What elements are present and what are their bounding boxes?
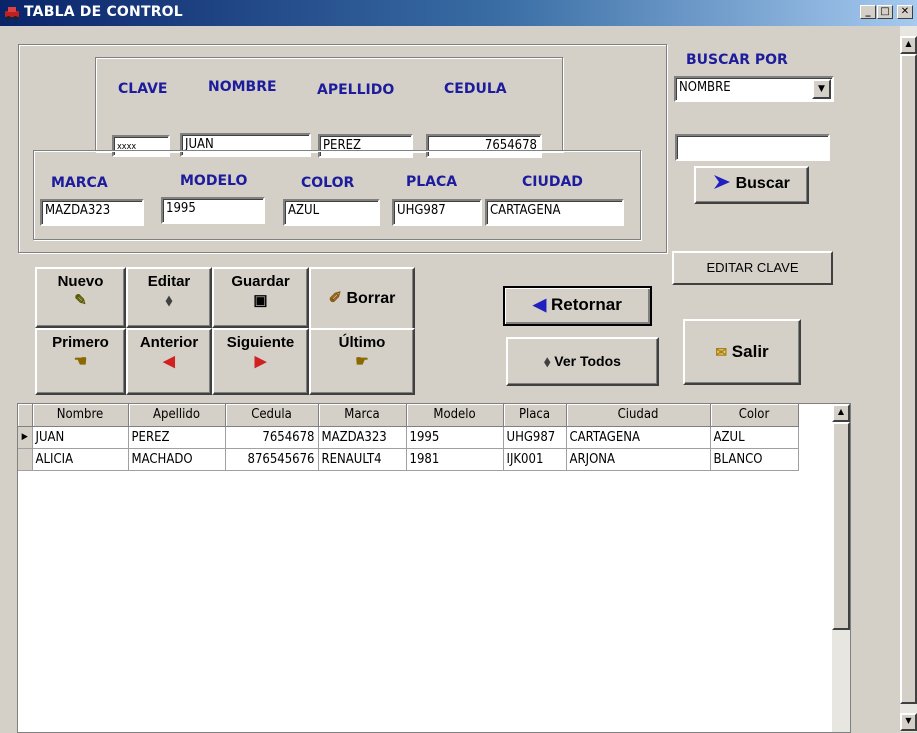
- hand-left-icon: ☚: [73, 353, 88, 370]
- cell-marca[interactable]: RENAULT4: [318, 448, 407, 471]
- window-scroll-thumb[interactable]: [900, 54, 917, 704]
- ver-todos-button[interactable]: ⬧ Ver Todos: [506, 337, 659, 386]
- column-header-apellido[interactable]: Apellido: [128, 404, 226, 427]
- ultimo-button[interactable]: Último ☛: [309, 328, 415, 395]
- edit-icon: ⬧: [544, 353, 551, 369]
- clave-label: CLAVE: [118, 81, 168, 97]
- vehicle-group-frame: [33, 150, 641, 240]
- ultimo-label: Último: [338, 334, 386, 351]
- save-icon: ▣: [253, 292, 268, 309]
- primero-button[interactable]: Primero ☚: [35, 328, 126, 395]
- cell-nombre[interactable]: JUAN: [32, 426, 129, 449]
- table-row[interactable]: ▶ JUAN PEREZ 7654678 MAZDA323 1995 UHG98…: [18, 426, 799, 449]
- cell-placa[interactable]: IJK001: [503, 448, 567, 471]
- cell-ciudad[interactable]: CARTAGENA: [566, 426, 711, 449]
- nuevo-label: Nuevo: [57, 273, 104, 290]
- data-grid[interactable]: Nombre Apellido Cedula Marca Modelo Plac…: [17, 403, 851, 733]
- siguiente-button[interactable]: Siguiente ▶: [212, 328, 309, 395]
- marca-field[interactable]: MAZDA323: [40, 199, 144, 226]
- buscar-por-label: BUSCAR POR: [686, 52, 788, 68]
- scroll-down-icon[interactable]: ▼: [900, 713, 917, 731]
- indicator-header: [18, 404, 33, 427]
- maximize-button[interactable]: □: [877, 5, 893, 19]
- nuevo-button[interactable]: Nuevo ✎: [35, 267, 126, 328]
- editar-clave-button[interactable]: EDITAR CLAVE: [672, 251, 833, 285]
- current-row-indicator: ▶: [18, 426, 33, 449]
- ciudad-field[interactable]: CARTAGENA: [485, 199, 624, 226]
- column-header-cedula[interactable]: Cedula: [225, 404, 319, 427]
- cell-cedula[interactable]: 876545676: [225, 448, 319, 471]
- column-header-color[interactable]: Color: [710, 404, 799, 427]
- cell-placa[interactable]: UHG987: [503, 426, 567, 449]
- ver-todos-label: Ver Todos: [554, 353, 621, 369]
- minimize-button[interactable]: _: [860, 5, 876, 19]
- guardar-label: Guardar: [231, 273, 290, 290]
- table-row[interactable]: ALICIA MACHADO 876545676 RENAULT4 1981 I…: [18, 448, 799, 471]
- cedula-label: CEDULA: [444, 81, 507, 97]
- column-header-placa[interactable]: Placa: [503, 404, 567, 427]
- cell-modelo[interactable]: 1981: [406, 448, 504, 471]
- borrar-label: Borrar: [346, 290, 396, 307]
- cell-modelo[interactable]: 1995: [406, 426, 504, 449]
- cell-nombre[interactable]: ALICIA: [32, 448, 129, 471]
- cell-apellido[interactable]: PEREZ: [128, 426, 226, 449]
- scroll-up-icon[interactable]: ▲: [900, 36, 917, 54]
- chevron-down-icon[interactable]: ▼: [812, 79, 831, 99]
- edit-icon: ⬧: [165, 292, 173, 309]
- retornar-button[interactable]: ◀ Retornar: [503, 286, 652, 326]
- buscar-button[interactable]: Buscar: [694, 166, 809, 204]
- primero-label: Primero: [52, 334, 109, 351]
- buscar-por-select[interactable]: NOMBRE: [674, 76, 834, 102]
- editar-button[interactable]: Editar ⬧: [126, 267, 212, 328]
- arrow-left-icon: ◀: [533, 295, 547, 314]
- placa-label: PLACA: [406, 174, 458, 190]
- new-document-icon: ✎: [74, 292, 87, 309]
- salir-label: Salir: [731, 342, 769, 361]
- cell-color[interactable]: AZUL: [710, 426, 799, 449]
- column-header-ciudad[interactable]: Ciudad: [566, 404, 711, 427]
- apellido-label: APELLIDO: [317, 82, 395, 98]
- scroll-up-icon[interactable]: ▲: [832, 404, 850, 422]
- search-input[interactable]: [675, 134, 830, 161]
- nombre-label: NOMBRE: [208, 79, 277, 95]
- cell-apellido[interactable]: MACHADO: [128, 448, 226, 471]
- ciudad-label: CIUDAD: [522, 174, 583, 190]
- placa-field[interactable]: UHG987: [392, 199, 482, 226]
- color-label: COLOR: [301, 175, 355, 191]
- column-header-nombre[interactable]: Nombre: [32, 404, 129, 427]
- anterior-label: Anterior: [139, 334, 199, 351]
- guardar-button[interactable]: Guardar ▣: [212, 267, 309, 328]
- hand-right-icon: ☛: [355, 353, 369, 370]
- column-header-marca[interactable]: Marca: [318, 404, 407, 427]
- siguiente-label: Siguiente: [226, 334, 295, 351]
- borrar-button[interactable]: ✐ Borrar: [309, 267, 415, 335]
- cell-cedula[interactable]: 7654678: [225, 426, 319, 449]
- buscar-label: Buscar: [735, 175, 790, 192]
- row-indicator: [18, 448, 33, 471]
- anterior-button[interactable]: Anterior ◀: [126, 328, 212, 395]
- color-field[interactable]: AZUL: [283, 199, 380, 226]
- header-row: Nombre Apellido Cedula Marca Modelo Plac…: [18, 404, 799, 427]
- close-button[interactable]: ✕: [897, 5, 913, 19]
- eraser-icon: ✐: [328, 290, 343, 307]
- modelo-label: MODELO: [180, 173, 248, 189]
- car-icon: [5, 7, 19, 20]
- salir-button[interactable]: ✉ Salir: [683, 319, 801, 385]
- grid-scroll-thumb[interactable]: [832, 422, 850, 630]
- column-header-modelo[interactable]: Modelo: [406, 404, 504, 427]
- cell-marca[interactable]: MAZDA323: [318, 426, 407, 449]
- buscar-por-selected: NOMBRE: [679, 80, 731, 95]
- arrow-left-icon: ◀: [163, 353, 175, 370]
- exit-icon: ✉: [715, 344, 728, 360]
- marca-label: MARCA: [51, 175, 108, 191]
- window-title: TABLA DE CONTROL: [24, 4, 183, 20]
- modelo-field[interactable]: 1995: [161, 197, 265, 224]
- cell-color[interactable]: BLANCO: [710, 448, 799, 471]
- arrow-right-icon: ▶: [254, 353, 267, 370]
- cell-ciudad[interactable]: ARJONA: [566, 448, 711, 471]
- retornar-label: Retornar: [550, 295, 622, 314]
- data-table: Nombre Apellido Cedula Marca Modelo Plac…: [18, 404, 799, 471]
- editar-label: Editar: [147, 273, 191, 290]
- arrow-right-icon: [714, 175, 731, 189]
